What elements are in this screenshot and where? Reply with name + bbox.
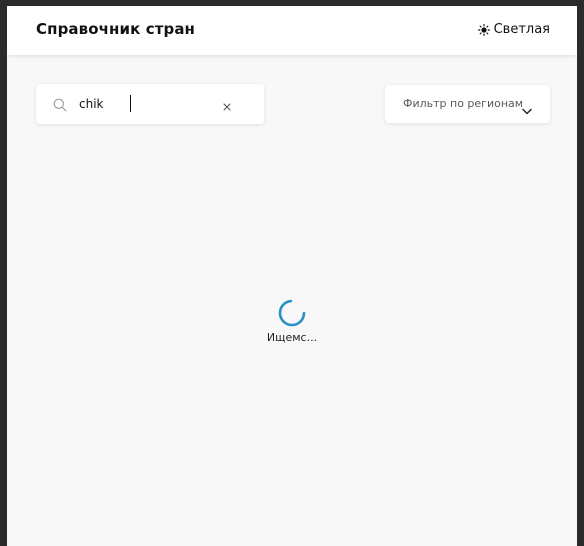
region-filter-label: Фильтр по регионам bbox=[403, 97, 524, 110]
search-icon bbox=[53, 97, 67, 116]
chevron-down-icon bbox=[522, 100, 532, 119]
close-icon[interactable] bbox=[221, 98, 233, 111]
theme-toggle-button[interactable]: Светлая bbox=[477, 22, 550, 37]
app-title: Справочник стран bbox=[36, 20, 196, 38]
app-header: Справочник стран Светлая bbox=[7, 6, 577, 55]
region-filter-dropdown[interactable]: Фильтр по регионам bbox=[385, 85, 550, 123]
theme-toggle-label: Светлая bbox=[493, 22, 550, 37]
sun-icon bbox=[477, 23, 490, 36]
search-box bbox=[36, 84, 264, 124]
spinner-icon bbox=[278, 299, 306, 327]
app-window: Справочник стран Светлая chik Фильтр по … bbox=[7, 6, 577, 546]
loading-text: Ищемс... bbox=[266, 331, 318, 344]
text-caret bbox=[130, 95, 131, 112]
search-input[interactable] bbox=[79, 93, 207, 115]
loading-indicator: Ищемс... bbox=[7, 298, 577, 344]
